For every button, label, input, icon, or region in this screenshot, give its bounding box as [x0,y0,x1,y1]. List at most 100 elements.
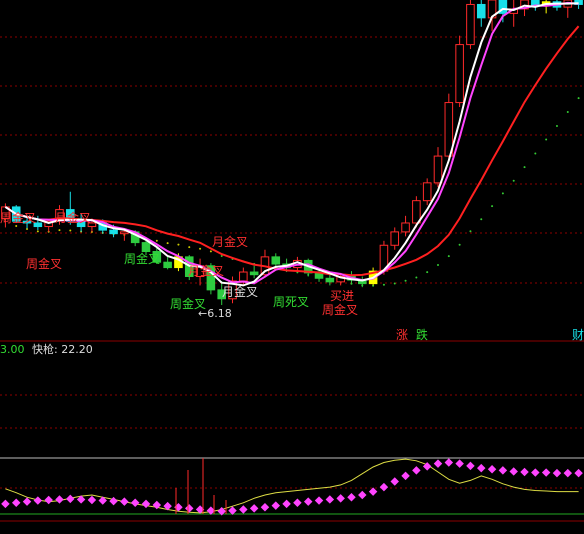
candle-body [433,155,443,184]
support-dot [501,192,504,195]
support-dot [36,230,39,233]
candle-body [163,261,172,269]
annotation-label: 月金叉 [212,234,248,249]
annotation-label: 买进 [330,289,354,303]
candle-body [390,231,400,246]
annotation-label: 周金叉 [124,251,160,266]
support-dot [415,276,418,279]
candle-body [455,44,464,104]
sub-dot [466,461,475,471]
sub-dot [303,497,313,506]
candle-body [325,277,335,283]
candle-body [401,222,410,233]
candles-group [1,0,583,306]
support-dot [577,97,580,100]
candle-body [141,242,151,253]
sub-dot [336,494,345,503]
badge-group: 涨 跌 [396,326,428,343]
annotation-label: 月金叉 [222,284,258,299]
sub-dot [249,504,259,513]
candle-body [120,231,129,235]
sub-dot [260,503,270,512]
sub-dot [368,487,378,496]
support-dot [555,125,558,128]
support-dot [447,255,450,258]
support-dot [69,229,72,232]
candle-body [476,3,486,19]
candle-body [239,271,248,282]
sub-dot [44,495,53,505]
support-dots [4,97,580,287]
sub-indicator-panel [1,458,583,516]
sub-dot [22,497,32,506]
sub-dot [509,467,518,476]
sub-dot [574,468,583,478]
low-price-marker: ←6.18 [198,307,232,320]
sub-dot [55,495,64,504]
sub-dot [130,498,140,508]
annotation-label: 周金叉 [322,302,358,317]
annotation-label: 周金叉 [0,210,36,225]
support-dot [480,218,483,221]
sub-dot [444,458,454,467]
sub-dot [282,499,291,509]
support-dot [491,205,494,208]
sub-dot [552,468,562,478]
grid-lines [0,36,584,522]
chart-canvas: 周金叉 月金叉周金叉月金叉周金叉月金叉月金叉周死叉 买进周金叉周金叉 [0,0,584,522]
sub-dot [563,468,573,478]
sub-dot [379,482,389,492]
support-dot [545,138,548,141]
moving-average-lines [4,1,580,287]
support-dot [437,264,439,267]
sub-left-value: 3.00 [0,343,25,356]
indicator-label: 快枪: [32,343,58,356]
sub-dot [412,466,421,475]
support-dot [469,230,472,233]
support-dot [155,239,158,242]
support-dot [166,242,169,245]
annotation-label: 月金叉 [55,210,91,225]
candle-body [412,200,421,224]
sub-dot [541,468,551,477]
sub-dot [325,495,335,504]
sub-dot [141,499,151,509]
support-dot [58,229,61,232]
annotation-label: 月金叉 [188,263,224,278]
sub-dot [487,464,497,474]
sub-dot [66,494,75,504]
sub-dot [433,459,443,468]
sub-dot [531,468,540,477]
sub-dot [33,496,43,505]
sub-dot [11,498,21,508]
sub-dot [314,496,324,505]
support-dot [15,225,18,228]
support-dot [426,271,429,274]
support-dot [26,228,29,231]
sub-dot [347,492,356,502]
support-dot [393,282,396,285]
ma-mid-line [4,1,579,285]
ma-long-line [4,25,580,277]
support-dot [458,243,461,246]
sub-dot [293,498,302,508]
sub-dot [401,471,410,481]
sub-dot [390,477,399,486]
candle-body [249,271,259,276]
badge-up[interactable]: 涨 [396,328,408,342]
support-dot [188,246,191,249]
support-dot [199,247,202,250]
sub-dot [455,459,464,468]
chart-stage: 周金叉 月金叉 周金叉 月金叉 周金叉 月金叉 月金叉 周死叉 买进 周金叉 周金叉 3.00 快枪… [0,0,584,534]
sub-dot [520,467,529,477]
sub-dot [477,463,486,473]
support-dot [209,250,212,253]
sub-dot [185,504,194,513]
sub-dot [1,499,10,509]
badge-down[interactable]: 跌 [416,328,428,342]
sub-dot [498,466,508,475]
sub-dot [120,497,129,506]
badge-finance[interactable]: 财 [572,326,584,343]
candle-body [109,229,118,235]
sub-dot [271,501,281,510]
